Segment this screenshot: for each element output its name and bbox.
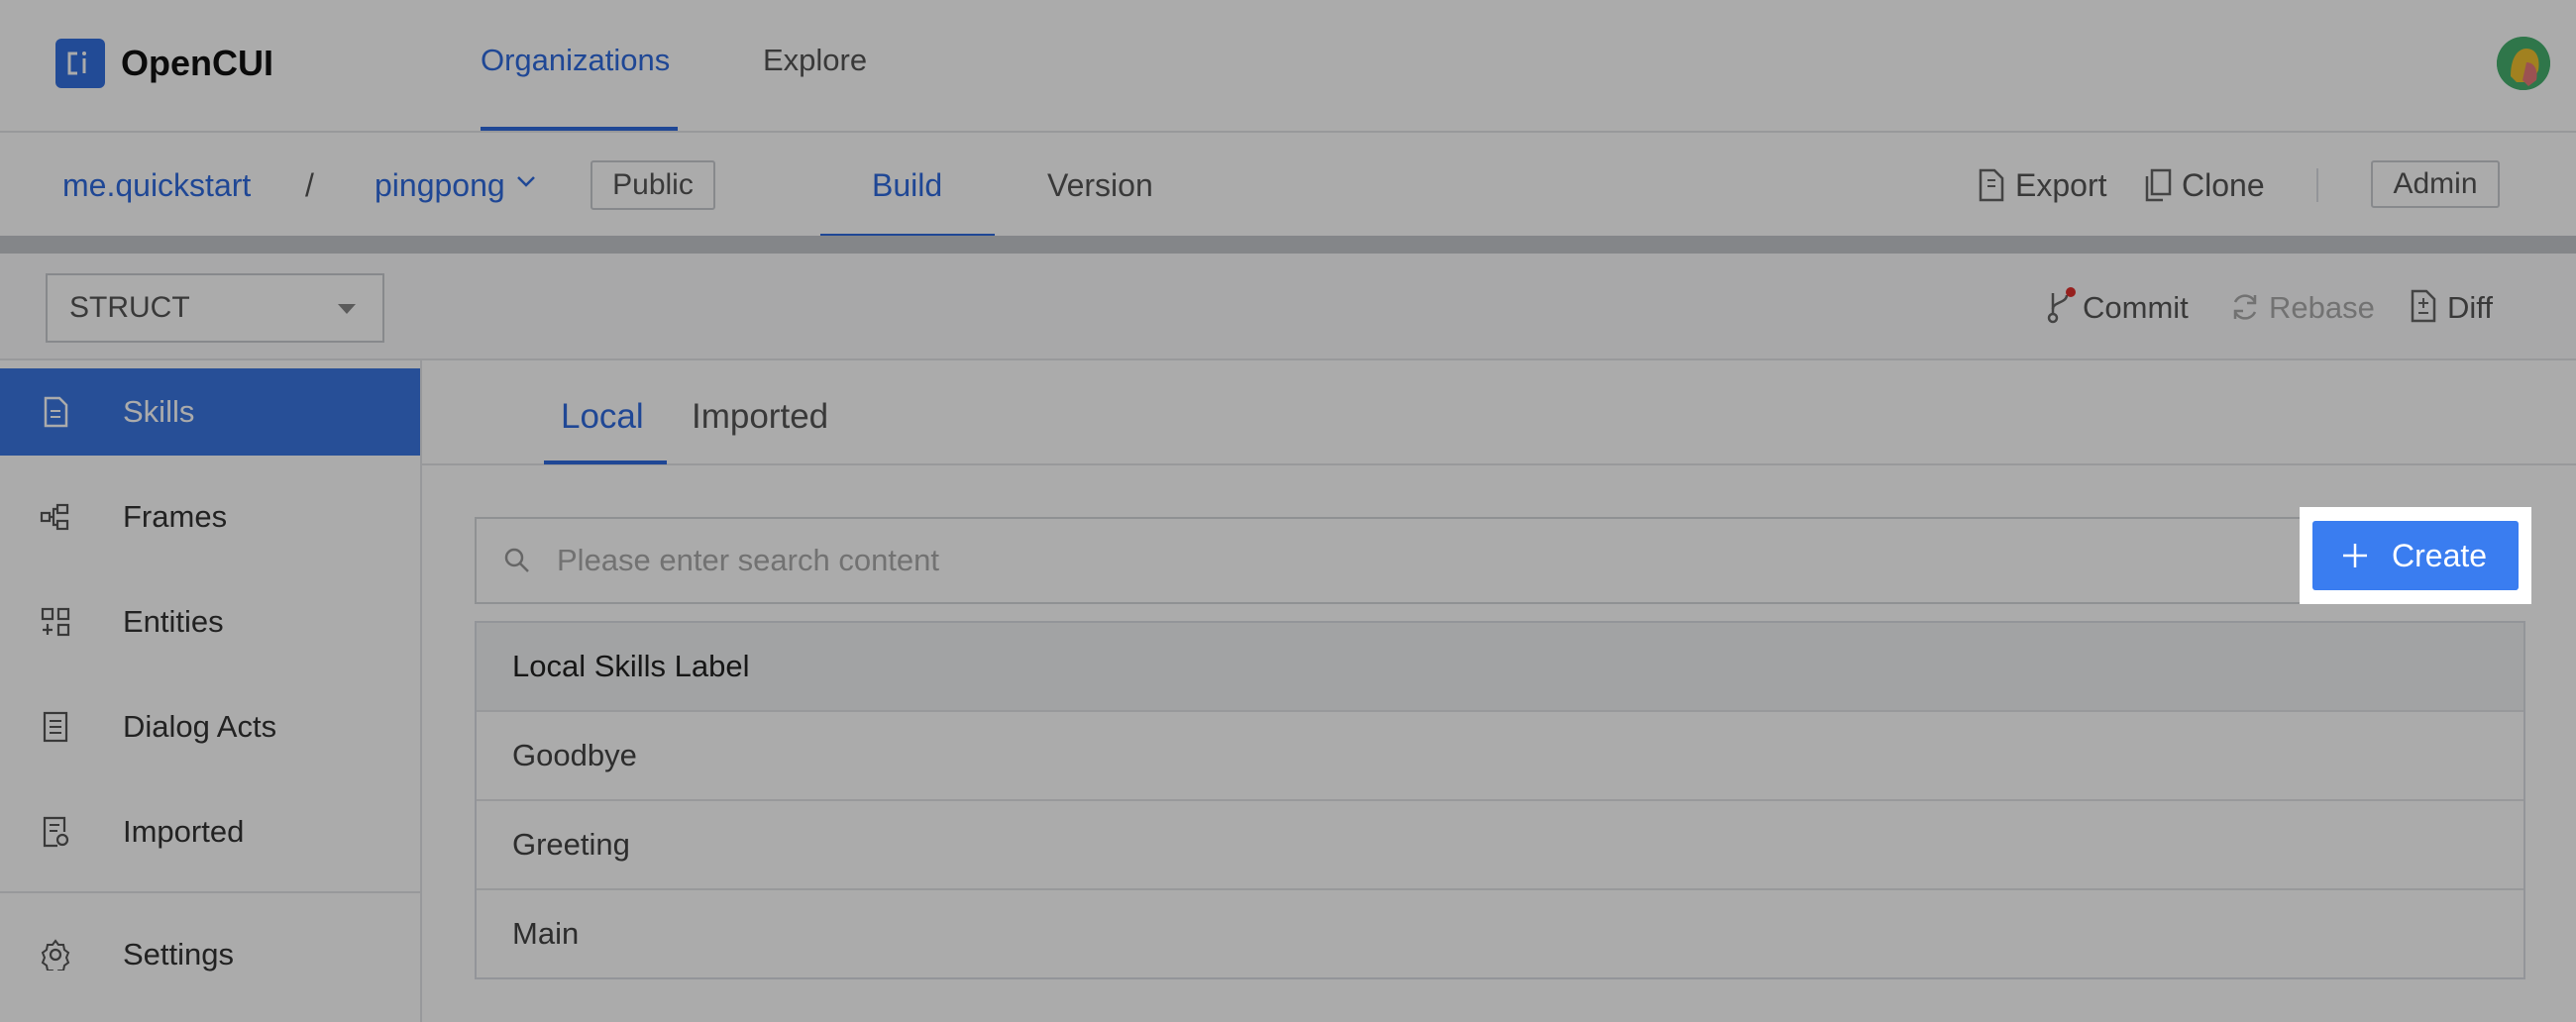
create-button-label: Create (2392, 538, 2488, 573)
breadcrumb-separator: / (305, 167, 314, 203)
tab-version[interactable]: Version (1047, 164, 1153, 206)
nav-active-indicator (481, 127, 678, 131)
tabs-divider (422, 463, 2576, 465)
clone-button[interactable]: Clone (2182, 164, 2265, 206)
nav-organizations[interactable]: Organizations (481, 36, 670, 85)
tab-imported[interactable]: Imported (692, 394, 828, 440)
clone-icon[interactable] (2144, 168, 2172, 202)
diff-icon[interactable] (2410, 289, 2437, 323)
sidebar-item-label: Frames (123, 499, 228, 534)
plus-icon (2342, 543, 2368, 568)
table-row[interactable]: Main (477, 890, 2523, 979)
git-branch-icon[interactable] (2045, 287, 2079, 325)
app-name[interactable]: OpenCUI (121, 38, 273, 89)
admin-button[interactable]: Admin (2371, 160, 2500, 208)
export-button[interactable]: Export (2015, 164, 2106, 206)
sidebar-item-label: Skills (123, 394, 195, 429)
create-button-highlight: Create (2300, 507, 2531, 604)
sidebar-item-label: Dialog Acts (123, 709, 277, 744)
table-row[interactable]: Goodbye (477, 712, 2523, 801)
export-icon[interactable] (1978, 168, 2005, 202)
sidebar-item-label: Entities (123, 604, 224, 639)
sidebar-item-frames[interactable]: Frames (0, 473, 420, 561)
user-avatar[interactable] (2497, 37, 2550, 90)
rebase-button: Rebase (2269, 290, 2375, 325)
search-icon (503, 547, 531, 574)
caret-down-icon[interactable] (337, 303, 357, 315)
sidebar-item-skills[interactable]: Skills (0, 368, 420, 456)
table-cell[interactable]: Main (512, 890, 579, 977)
entities-icon (40, 606, 71, 638)
sidebar-item-entities[interactable]: Entities (0, 578, 420, 665)
tab-active-indicator (544, 460, 667, 464)
opencui-logo-icon[interactable] (55, 39, 105, 88)
frames-icon (40, 501, 71, 533)
sidebar-divider (0, 891, 420, 893)
visibility-badge: Public (590, 160, 715, 210)
imported-icon (40, 816, 71, 848)
table-cell[interactable]: Goodbye (512, 712, 637, 799)
nav-explore[interactable]: Explore (763, 36, 867, 85)
breadcrumb-project[interactable]: pingpong (375, 164, 505, 206)
chevron-down-icon[interactable] (516, 174, 536, 188)
toolbar (0, 254, 2576, 360)
gear-icon (40, 939, 71, 971)
skills-table: Local Skills Label Goodbye Greeting Main (475, 621, 2525, 979)
search-input[interactable] (557, 529, 2241, 592)
diff-button[interactable]: Diff (2447, 287, 2493, 329)
dialog-acts-icon (40, 711, 71, 743)
sidebar-item-label: Settings (123, 937, 235, 971)
tab-build[interactable]: Build (872, 164, 942, 206)
struct-select-value[interactable]: STRUCT (69, 287, 190, 329)
sidebar-item-settings[interactable]: Settings (0, 911, 420, 998)
table-header: Local Skills Label (477, 623, 2523, 712)
tab-local[interactable]: Local (561, 394, 644, 440)
breadcrumb-org[interactable]: me.quickstart (62, 164, 251, 206)
divider (2316, 168, 2318, 202)
create-button[interactable]: Create (2312, 521, 2519, 590)
table-row[interactable]: Greeting (477, 801, 2523, 890)
table-cell[interactable]: Greeting (512, 801, 630, 888)
top-navbar (0, 0, 2576, 133)
sidebar-item-dialog-acts[interactable]: Dialog Acts (0, 683, 420, 770)
progress-strip (0, 236, 2576, 254)
document-icon (40, 396, 71, 428)
commit-button[interactable]: Commit (2083, 287, 2189, 329)
column-header: Local Skills Label (512, 649, 750, 683)
sidebar-item-imported[interactable]: Imported (0, 788, 420, 875)
sync-icon (2229, 290, 2261, 324)
sidebar-item-label: Imported (123, 814, 245, 849)
